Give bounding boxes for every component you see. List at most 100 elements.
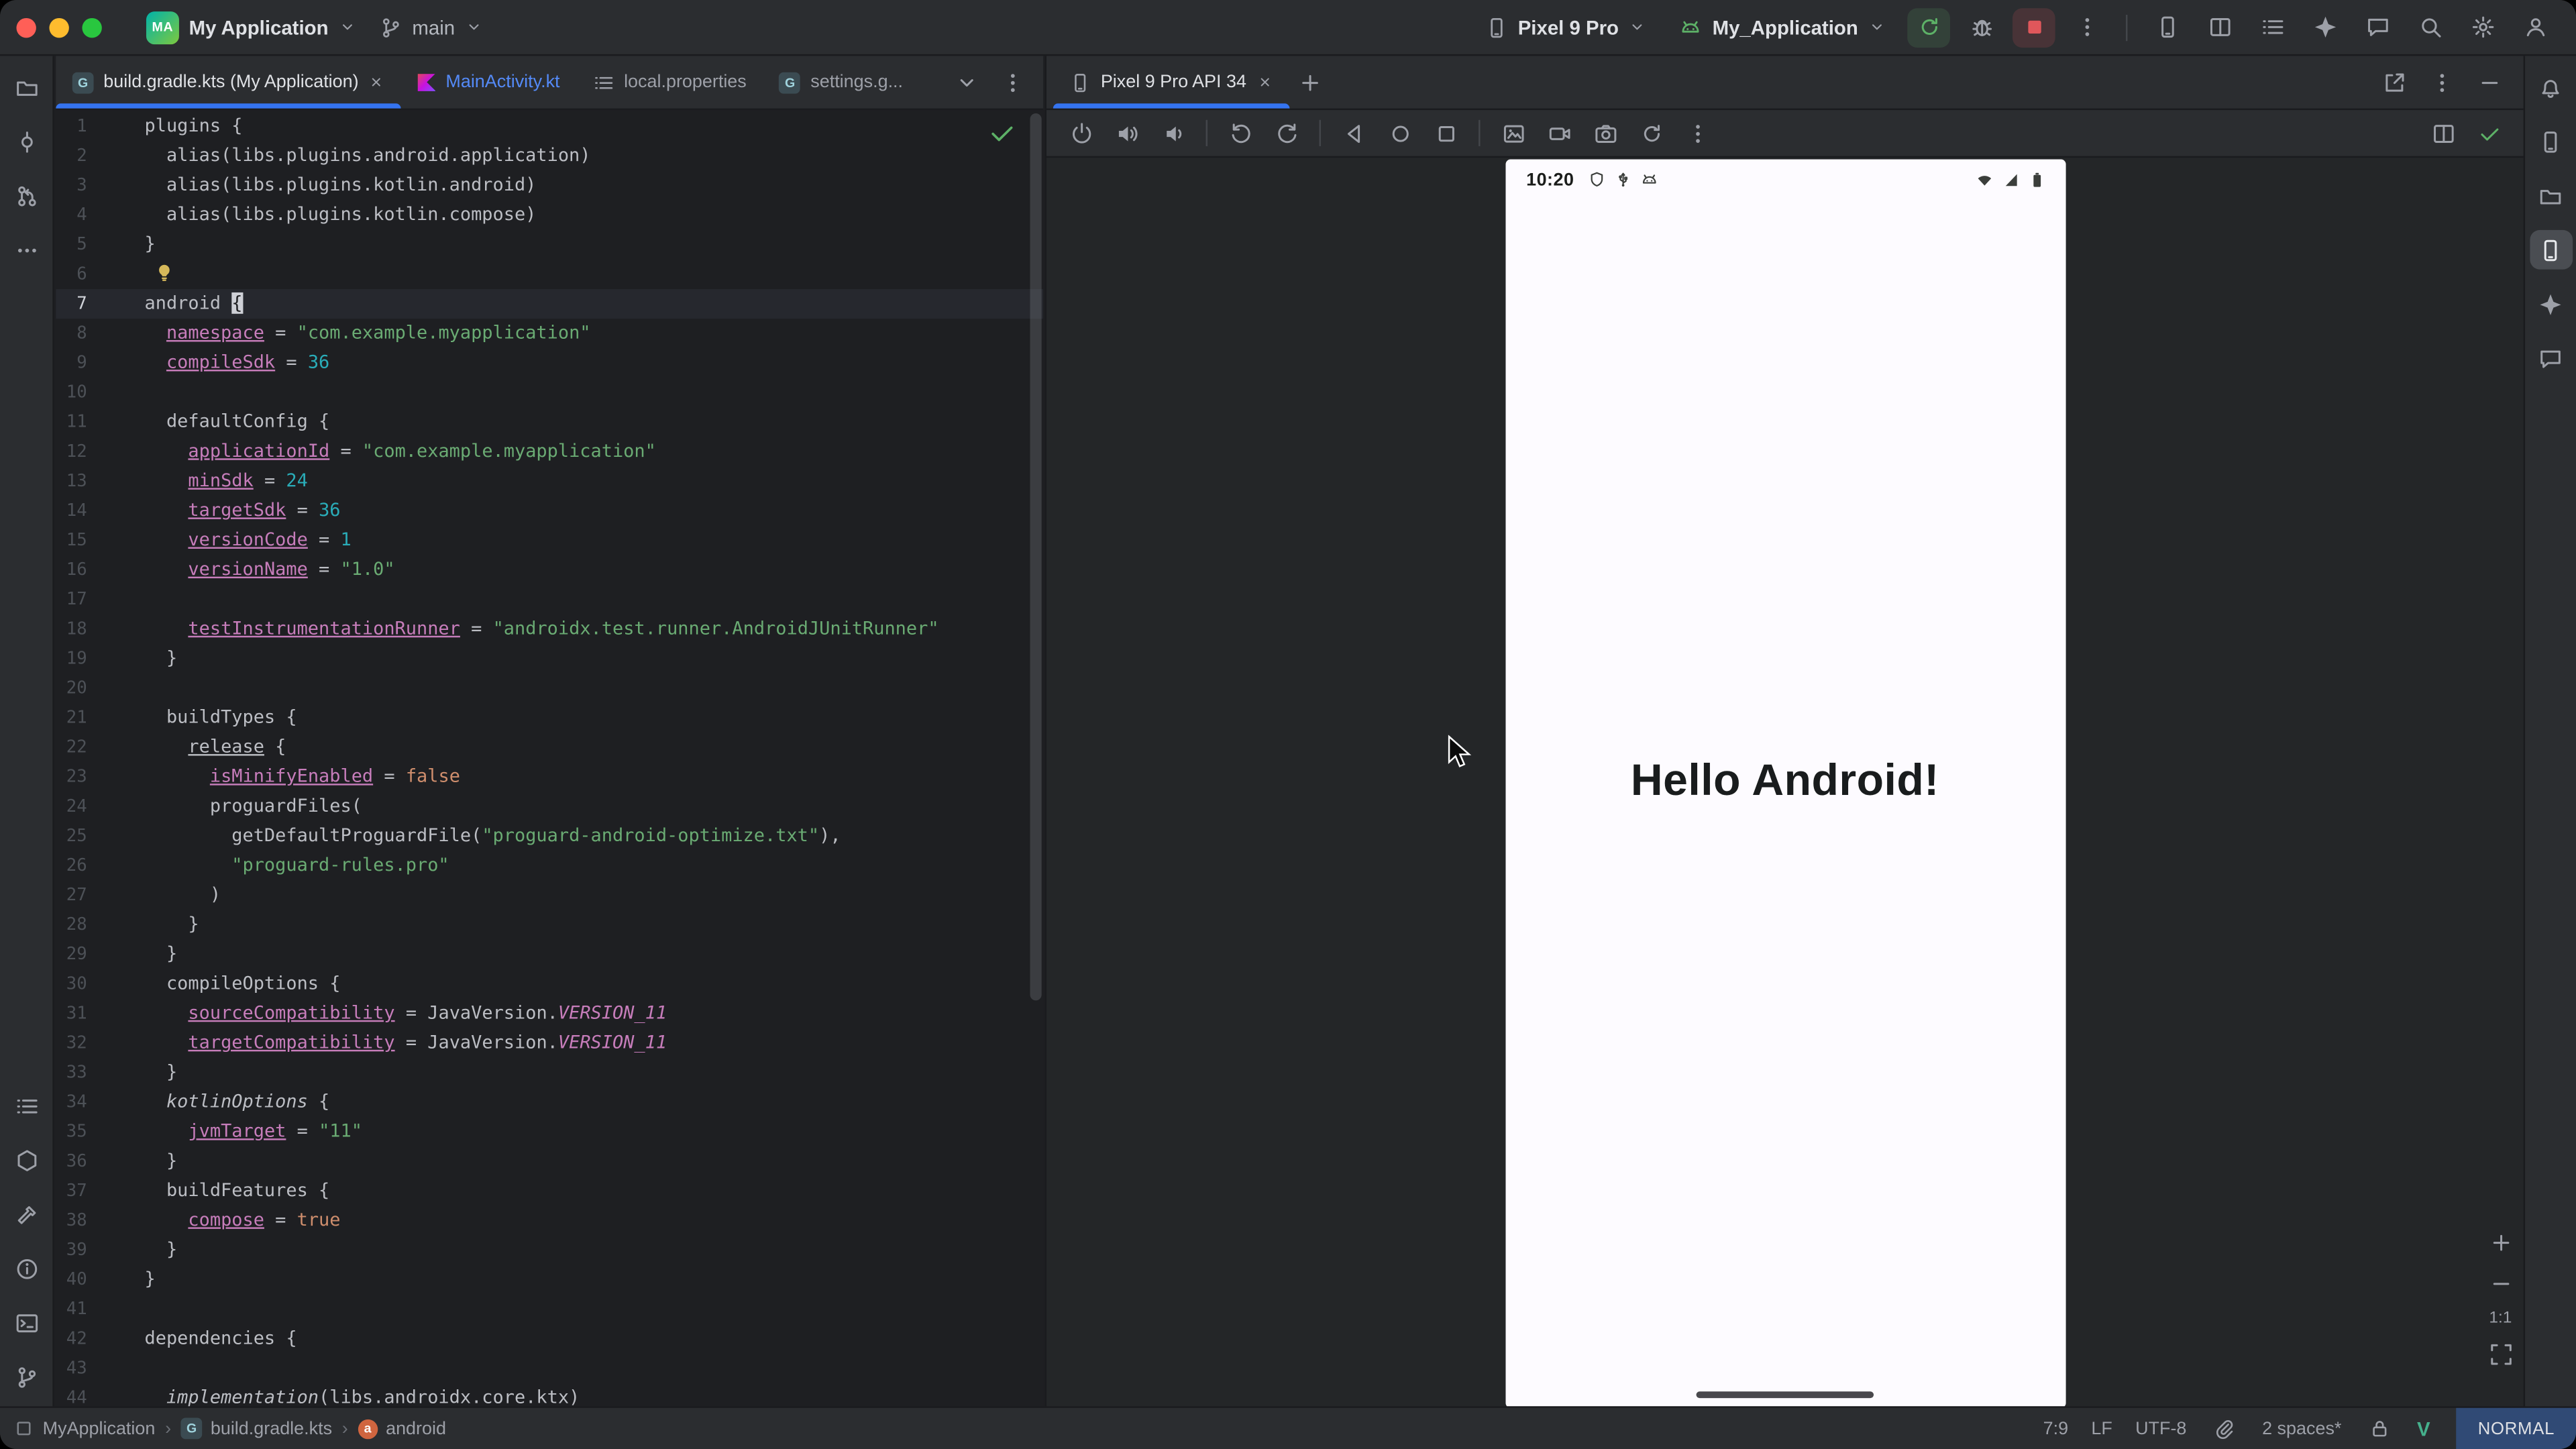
code-line[interactable]: 40} xyxy=(56,1265,1043,1295)
code-line[interactable]: 42dependencies { xyxy=(56,1324,1043,1354)
line-number[interactable]: 9 xyxy=(56,348,144,378)
line-number[interactable]: 39 xyxy=(56,1236,144,1265)
line-number[interactable]: 3 xyxy=(56,171,144,201)
line-number[interactable]: 38 xyxy=(56,1206,144,1236)
notifications-icon[interactable] xyxy=(2529,67,2572,107)
line-number[interactable]: 13 xyxy=(56,467,144,496)
editor-tab-4[interactable]: Gsettings.g... xyxy=(763,56,919,108)
zoom-in-button[interactable] xyxy=(2484,1227,2517,1256)
line-number[interactable]: 32 xyxy=(56,1028,144,1058)
code-line[interactable]: 9 compileSdk = 36 xyxy=(56,348,1043,378)
code-line[interactable]: 34 kotlinOptions { xyxy=(56,1087,1043,1117)
services-tool-icon[interactable] xyxy=(5,1140,48,1180)
record-screen-icon[interactable] xyxy=(1538,113,1580,153)
line-number[interactable]: 21 xyxy=(56,703,144,733)
line-number[interactable]: 12 xyxy=(56,437,144,466)
line-number[interactable]: 28 xyxy=(56,910,144,940)
line-number[interactable]: 16 xyxy=(56,555,144,585)
vcs-widget[interactable]: main xyxy=(368,11,494,44)
commit-tool-icon[interactable] xyxy=(5,121,48,161)
restart-icon[interactable] xyxy=(1629,113,1672,153)
file-encoding[interactable]: UTF-8 xyxy=(2135,1419,2186,1438)
debug-button[interactable] xyxy=(1960,7,2003,47)
line-number[interactable]: 2 xyxy=(56,142,144,171)
line-number[interactable]: 29 xyxy=(56,940,144,969)
layout-inspector-icon[interactable] xyxy=(2198,7,2241,47)
code-line[interactable]: 20 xyxy=(56,674,1043,703)
device-tab[interactable]: Pixel 9 Pro API 34 xyxy=(1053,56,1289,108)
code-line[interactable]: 17 xyxy=(56,585,1043,614)
code-line[interactable]: 30 compileOptions { xyxy=(56,969,1043,999)
run-configuration-selector[interactable]: My_Application xyxy=(1668,11,1897,44)
snapshots-icon[interactable] xyxy=(1584,113,1627,153)
line-number[interactable]: 43 xyxy=(56,1354,144,1383)
line-number[interactable]: 37 xyxy=(56,1176,144,1205)
indent-setting[interactable]: 2 spaces* xyxy=(2262,1419,2341,1438)
breadcrumb-file[interactable]: build.gradle.kts xyxy=(211,1419,332,1438)
code-line[interactable]: 36 } xyxy=(56,1146,1043,1176)
line-number[interactable]: 8 xyxy=(56,319,144,348)
gemini-icon[interactable] xyxy=(2303,7,2346,47)
line-number[interactable]: 31 xyxy=(56,999,144,1028)
line-number[interactable]: 6 xyxy=(56,260,144,289)
line-number[interactable]: 41 xyxy=(56,1295,144,1324)
problems-tool-icon[interactable] xyxy=(5,1248,48,1288)
code-line[interactable]: 39 } xyxy=(56,1236,1043,1265)
editor-tab-3[interactable]: local.properties xyxy=(576,56,763,108)
ai-chat-icon[interactable] xyxy=(2356,7,2399,47)
code-line[interactable]: 43 xyxy=(56,1354,1043,1383)
version-control-tool-icon[interactable] xyxy=(5,1357,48,1397)
code-line[interactable]: 3 alias(libs.plugins.kotlin.android) xyxy=(56,171,1043,201)
overview-icon[interactable] xyxy=(1424,113,1467,153)
minimize-window-button[interactable] xyxy=(49,17,68,37)
hide-panel-icon[interactable] xyxy=(2467,62,2510,102)
line-number[interactable]: 24 xyxy=(56,792,144,821)
line-number[interactable]: 1 xyxy=(56,112,144,142)
code-line[interactable]: 22 release { xyxy=(56,733,1043,762)
device-manager-icon[interactable] xyxy=(2529,121,2572,161)
terminal-tool-icon[interactable] xyxy=(5,1303,48,1342)
editor-scrollbar[interactable] xyxy=(1030,113,1042,1000)
line-separator[interactable]: LF xyxy=(2091,1419,2112,1438)
line-number[interactable]: 11 xyxy=(56,407,144,437)
line-number[interactable]: 36 xyxy=(56,1146,144,1176)
code-line[interactable]: 8 namespace = "com.example.myapplication… xyxy=(56,319,1043,348)
tab-options-icon[interactable] xyxy=(991,62,1034,102)
project-widget[interactable]: MA My Application xyxy=(135,6,368,49)
hidden-tabs-icon[interactable] xyxy=(945,62,987,102)
volume-up-icon[interactable] xyxy=(1106,113,1148,153)
close-icon[interactable] xyxy=(368,74,384,90)
code-line[interactable]: 10 xyxy=(56,378,1043,407)
code-line[interactable]: 24 proguardFiles( xyxy=(56,792,1043,821)
project-tool-icon[interactable] xyxy=(5,67,48,107)
profile-icon[interactable] xyxy=(2514,7,2557,47)
running-devices-icon[interactable] xyxy=(2529,230,2572,270)
close-window-button[interactable] xyxy=(16,17,36,37)
line-number[interactable]: 17 xyxy=(56,585,144,614)
code-line[interactable]: 11 defaultConfig { xyxy=(56,407,1043,437)
breadcrumb-element[interactable]: android xyxy=(386,1419,446,1438)
zoom-to-fit-button[interactable] xyxy=(2484,1339,2517,1368)
pull-requests-tool-icon[interactable] xyxy=(5,176,48,215)
line-number[interactable]: 15 xyxy=(56,526,144,555)
caret-position[interactable]: 7:9 xyxy=(2043,1419,2068,1438)
line-number[interactable]: 35 xyxy=(56,1117,144,1146)
line-number[interactable]: 40 xyxy=(56,1265,144,1295)
settings-icon[interactable] xyxy=(2461,7,2504,47)
rotate-left-icon[interactable] xyxy=(1219,113,1262,153)
code-line[interactable]: 4 alias(libs.plugins.kotlin.compose) xyxy=(56,201,1043,230)
line-number[interactable]: 25 xyxy=(56,821,144,851)
screenshot-icon[interactable] xyxy=(1492,113,1535,153)
code-line[interactable]: 28 } xyxy=(56,910,1043,940)
code-line[interactable]: 1plugins { xyxy=(56,112,1043,142)
rotate-right-icon[interactable] xyxy=(1265,113,1308,153)
build-tool-icon[interactable] xyxy=(5,1194,48,1234)
code-line[interactable]: 33 } xyxy=(56,1058,1043,1087)
volume-down-icon[interactable] xyxy=(1152,113,1195,153)
add-device-tab-button[interactable] xyxy=(1289,62,1332,102)
code-line[interactable]: 23 isMinifyEnabled = false xyxy=(56,762,1043,792)
inspections-status-icon[interactable] xyxy=(987,118,1017,148)
code-line[interactable]: 7android { xyxy=(56,289,1043,319)
line-number[interactable]: 27 xyxy=(56,881,144,910)
gemini-icon[interactable] xyxy=(2529,284,2572,324)
